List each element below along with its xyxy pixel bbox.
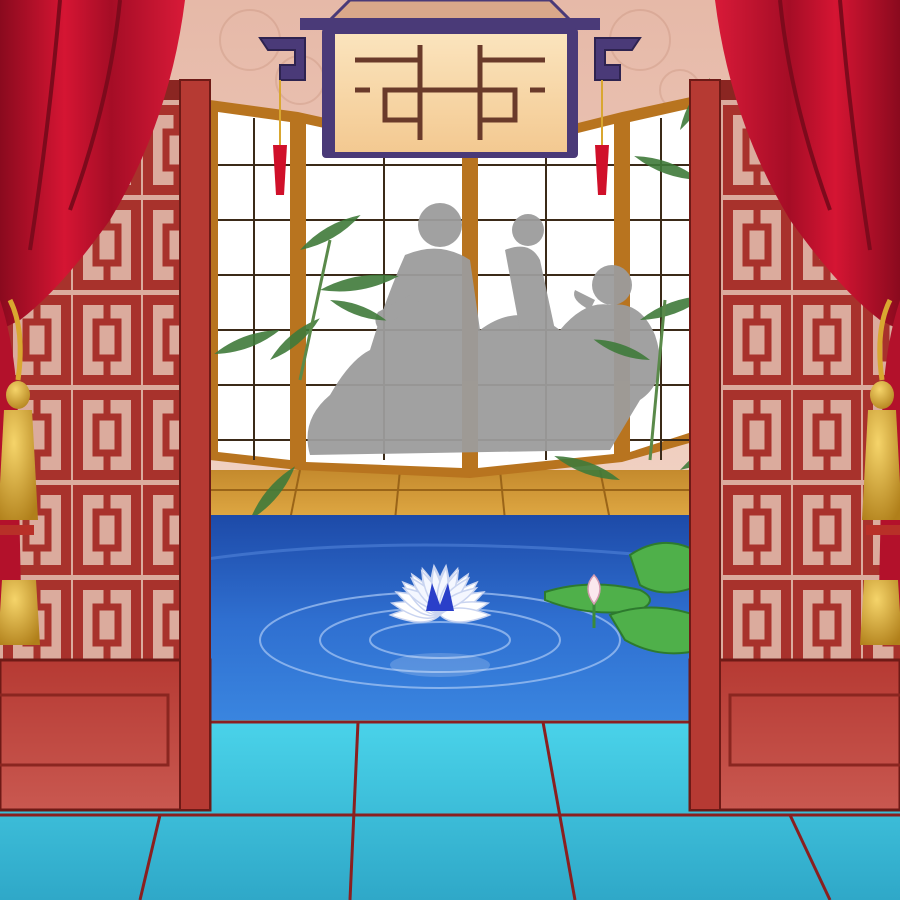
pool <box>199 515 710 725</box>
game-scene <box>0 0 900 900</box>
scene-canvas <box>0 0 900 900</box>
